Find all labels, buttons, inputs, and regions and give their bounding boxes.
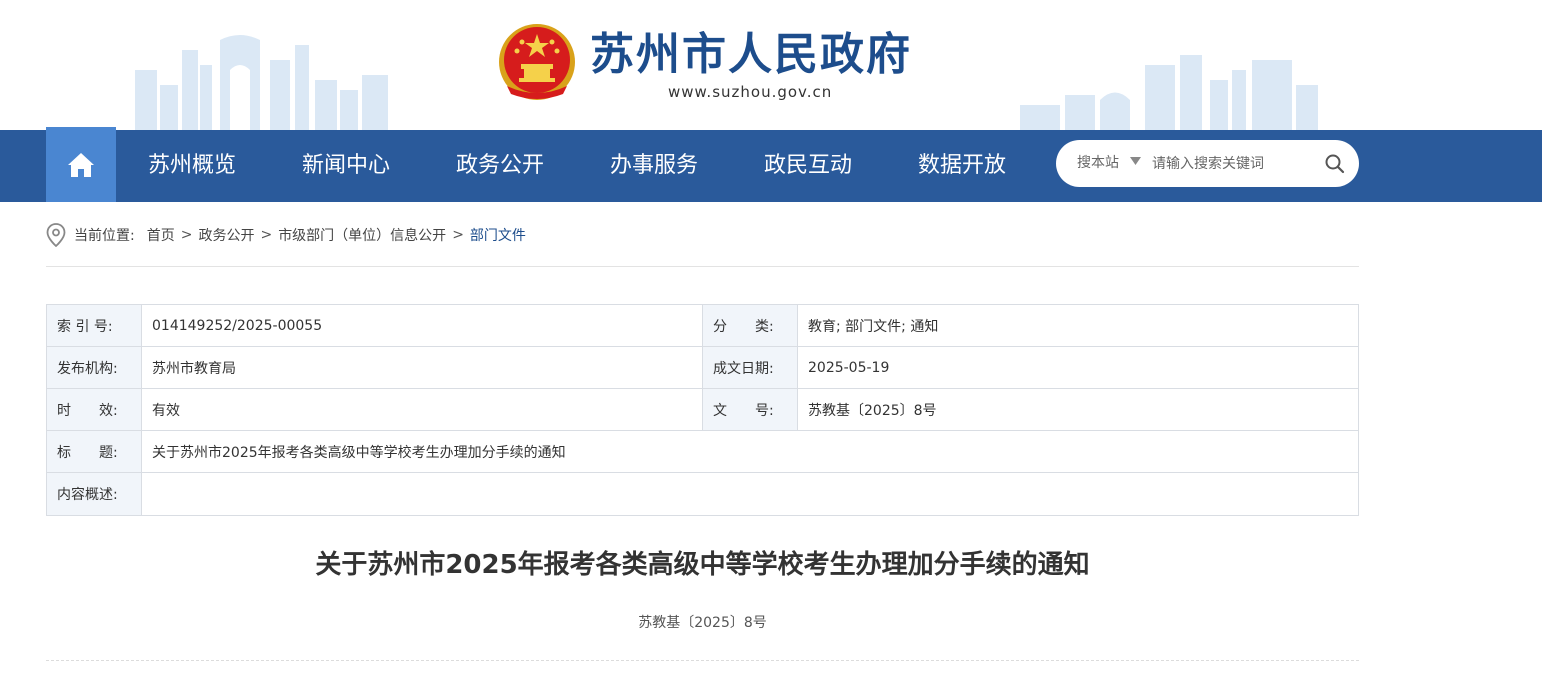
breadcrumb-separator: > [180,227,193,243]
index-value: 014149252/2025-00055 [141,304,703,347]
site-url: www.suzhou.gov.cn [668,83,833,101]
validity-label: 时 效: [46,388,142,431]
breadcrumb-home[interactable]: 首页 [147,225,175,245]
table-row: 时 效: 有效 文 号: 苏教基〔2025〕8号 [46,388,1359,431]
nav-item-interaction[interactable]: 政民互动 [764,130,852,202]
category-label: 分 类: [702,304,798,347]
nav-item-gov-affairs[interactable]: 政务公开 [456,130,544,202]
index-label: 索 引 号: [46,304,142,347]
breadcrumb-gov-affairs[interactable]: 政务公开 [198,225,254,245]
main-nav: 苏州概览 新闻中心 政务公开 办事服务 政民互动 数据开放 搜本站 [0,127,1542,202]
breadcrumb-label: 当前位置: [74,228,135,244]
publisher-value: 苏州市教育局 [141,346,703,389]
location-pin-icon [46,223,66,247]
doc-number-label: 文 号: [702,388,798,431]
site-header: 苏州市人民政府 www.suzhou.gov.cn [0,0,1542,130]
category-value: 教育; 部门文件; 通知 [797,304,1359,347]
summary-value [141,472,1359,516]
nav-item-overview[interactable]: 苏州概览 [148,130,236,202]
validity-value: 有效 [141,388,703,431]
summary-label: 内容概述: [46,472,142,516]
table-row: 索 引 号: 014149252/2025-00055 分 类: 教育; 部门文… [46,304,1359,347]
site-title: 苏州市人民政府 [590,29,912,80]
nav-item-services[interactable]: 办事服务 [610,130,698,202]
document-info-table: 索 引 号: 014149252/2025-00055 分 类: 教育; 部门文… [46,304,1359,516]
dashed-divider [46,660,1359,661]
doc-number-value: 苏教基〔2025〕8号 [797,388,1359,431]
title-label: 标 题: [46,430,142,473]
article-doc-number: 苏教基〔2025〕8号 [638,615,767,631]
caret-down-icon [1130,157,1141,165]
national-emblem-icon [499,24,575,100]
divider [46,266,1359,267]
city-skyline-left [135,35,388,130]
title-value: 关于苏州市2025年报考各类高级中等学校考生办理加分手续的通知 [141,430,1359,473]
date-label: 成文日期: [702,346,798,389]
nav-item-open-data[interactable]: 数据开放 [918,130,1006,202]
table-row: 发布机构: 苏州市教育局 成文日期: 2025-05-19 [46,346,1359,389]
search-input[interactable] [1152,148,1312,179]
date-value: 2025-05-19 [797,346,1359,389]
home-icon [68,152,94,177]
article-title: 关于苏州市2025年报考各类高级中等学校考生办理加分手续的通知 [315,550,1090,580]
search-icon[interactable] [1324,153,1346,175]
table-row: 内容概述: [46,472,1359,516]
publisher-label: 发布机构: [46,346,142,389]
breadcrumb-separator: > [260,227,273,243]
search-scope-select[interactable]: 搜本站 [1077,140,1119,187]
breadcrumb-dept-info[interactable]: 市级部门（单位）信息公开 [278,225,446,245]
nav-home-button[interactable] [46,127,116,202]
breadcrumb: 当前位置: 首页 > 政务公开 > 市级部门（单位）信息公开 > 部门文件 [46,222,526,248]
search-box: 搜本站 [1056,140,1359,187]
nav-item-news[interactable]: 新闻中心 [302,130,390,202]
breadcrumb-dept-docs[interactable]: 部门文件 [470,225,526,245]
city-skyline-right [1020,55,1318,130]
table-row: 标 题: 关于苏州市2025年报考各类高级中等学校考生办理加分手续的通知 [46,430,1359,473]
breadcrumb-separator: > [452,227,464,243]
